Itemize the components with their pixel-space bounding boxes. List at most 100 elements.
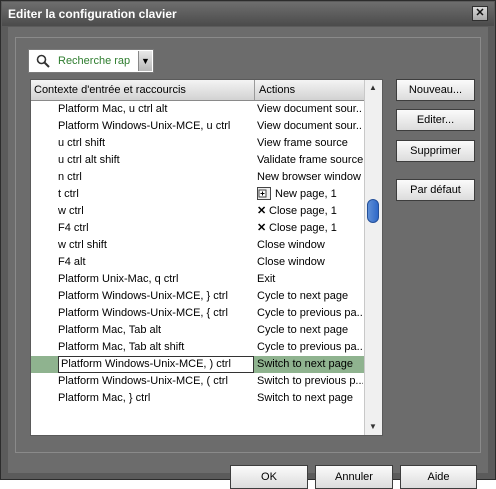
table-row[interactable]: F4 ctrl ✕ Close page, 1 (31, 220, 364, 237)
default-button[interactable]: Par défaut (396, 179, 475, 201)
shortcut-action: Switch to next page (257, 390, 363, 407)
shortcut-action: ✕ Close page, 1 (257, 203, 363, 220)
shortcut-action: Cycle to previous pa... (257, 305, 363, 322)
shortcut-action-label: Close page, 1 (269, 222, 337, 234)
shortcut-key: F4 ctrl (58, 222, 89, 234)
shortcut-action-label: Cycle to next page (257, 290, 349, 302)
help-button[interactable]: Aide (400, 465, 477, 489)
dialog-client-area: Recherche rap ▼ Contexte d'entrée et rac… (8, 27, 488, 489)
shortcut-edit-field[interactable]: Platform Windows-Unix-MCE, ) ctrl (58, 356, 254, 373)
shortcut-action-label: Close page, 1 (269, 205, 337, 217)
shortcut-key: u ctrl shift (58, 137, 106, 149)
shortcut-action: Close window (257, 237, 363, 254)
shortcut-action: Exit (257, 271, 363, 288)
shortcut-action-label: New browser window (257, 171, 361, 183)
shortcut-key: Platform Windows-Unix-MCE, { ctrl (58, 307, 228, 319)
shortcut-action: View frame source (257, 135, 363, 152)
shortcut-key: Platform Mac, } ctrl (58, 392, 151, 404)
shortcut-action-label: Cycle to previous pa... (257, 341, 363, 353)
table-row[interactable]: w ctrl ✕ Close page, 1 (31, 203, 364, 220)
search-input[interactable]: Recherche rap (58, 55, 130, 67)
close-icon: ✕ (475, 7, 485, 19)
table-row[interactable]: F4 alt Close window (31, 254, 364, 271)
search-dropdown-button[interactable]: ▼ (138, 51, 152, 71)
shortcut-key: Platform Mac, u ctrl alt (58, 103, 168, 115)
table-row[interactable]: Platform Windows-Unix-MCE, ) ctrl Switch … (31, 356, 364, 373)
shortcut-action: View document sour... (257, 101, 363, 118)
shortcut-action-label: Close window (257, 256, 325, 268)
shortcut-action: Validate frame source (257, 152, 363, 169)
list-header: Contexte d'entrée et raccourcis Actions (31, 80, 364, 101)
shortcut-action: New page, 1 (257, 186, 363, 203)
table-row[interactable]: Platform Mac, } ctrl Switch to next page (31, 390, 364, 407)
dialog-window: Editer la configuration clavier ✕ Recher… (0, 0, 496, 489)
table-row[interactable]: w ctrl shift Close window (31, 237, 364, 254)
new-button[interactable]: Nouveau... (396, 79, 475, 101)
cancel-button[interactable]: Annuler (315, 465, 393, 489)
shortcut-action-label: Cycle to next page (257, 324, 349, 336)
shortcut-action-label: Switch to next page (257, 392, 354, 404)
close-x-icon: ✕ (257, 205, 267, 217)
delete-button[interactable]: Supprimer (396, 140, 475, 162)
column-header-context[interactable]: Contexte d'entrée et raccourcis (31, 80, 255, 100)
shortcut-key: n ctrl (58, 171, 82, 183)
scroll-thumb[interactable] (367, 199, 379, 223)
edit-button[interactable]: Editer... (396, 109, 475, 131)
shortcut-key: w ctrl (58, 205, 84, 217)
shortcut-key: F4 alt (58, 256, 86, 268)
shortcut-action-label: View document sour... (257, 120, 363, 132)
shortcut-key: Platform Mac, Tab alt shift (58, 341, 185, 353)
shortcut-action: View document sour... (257, 118, 363, 135)
shortcut-action-label: View frame source (257, 137, 348, 149)
shortcut-action-label: Switch to previous p... (257, 375, 363, 387)
search-icon (36, 54, 50, 68)
list-rows: Platform Mac, u ctrl alt View document so… (31, 101, 364, 407)
title-bar[interactable]: Editer la configuration clavier ✕ (2, 2, 494, 26)
new-page-icon (257, 187, 271, 200)
ok-button[interactable]: OK (230, 465, 308, 489)
table-row[interactable]: Platform Windows-Unix-MCE, u ctrl View do… (31, 118, 364, 135)
shortcut-action-label: View document sour... (257, 103, 363, 115)
shortcut-action: Switch to previous p... (257, 373, 363, 390)
shortcut-key: w ctrl shift (58, 239, 107, 251)
shortcut-action: Cycle to previous pa... (257, 339, 363, 356)
scroll-up-arrow-icon[interactable]: ▲ (367, 82, 379, 94)
shortcut-action: Switch to next page (257, 356, 363, 373)
column-header-actions[interactable]: Actions (256, 80, 364, 100)
close-x-icon: ✕ (257, 222, 267, 234)
shortcut-action: Cycle to next page (257, 288, 363, 305)
table-row[interactable]: Platform Unix-Mac, q ctrl Exit (31, 271, 364, 288)
table-row[interactable]: u ctrl shift View frame source (31, 135, 364, 152)
shortcut-key: Platform Unix-Mac, q ctrl (58, 273, 179, 285)
table-row[interactable]: u ctrl alt shift Validate frame source (31, 152, 364, 169)
table-row[interactable]: t ctrl New page, 1 (31, 186, 364, 203)
close-button[interactable]: ✕ (472, 6, 488, 21)
shortcut-key: Platform Windows-Unix-MCE, } ctrl (58, 290, 228, 302)
table-row[interactable]: Platform Mac, u ctrl alt View document so… (31, 101, 364, 118)
vertical-scrollbar[interactable]: ▲ ▼ (364, 80, 382, 435)
scroll-down-arrow-icon[interactable]: ▼ (367, 421, 379, 433)
table-row[interactable]: Platform Mac, Tab alt Cycle to next page (31, 322, 364, 339)
table-row[interactable]: Platform Mac, Tab alt shift Cycle to prev… (31, 339, 364, 356)
shortcut-action: Close window (257, 254, 363, 271)
shortcut-action-label: New page, 1 (275, 188, 337, 200)
shortcut-key: Platform Windows-Unix-MCE, ( ctrl (58, 375, 228, 387)
shortcut-key: t ctrl (58, 188, 79, 200)
shortcut-action-label: Exit (257, 273, 276, 285)
table-row[interactable]: n ctrl New browser window (31, 169, 364, 186)
shortcut-action-label: Switch to next page (257, 358, 354, 370)
shortcut-action-label: Cycle to previous pa... (257, 307, 363, 319)
window-title: Editer la configuration clavier (8, 7, 177, 21)
shortcut-action: ✕ Close page, 1 (257, 220, 363, 237)
shortcut-key: u ctrl alt shift (58, 154, 120, 166)
shortcut-action: Cycle to next page (257, 322, 363, 339)
search-box[interactable]: Recherche rap ▼ (28, 49, 154, 73)
shortcut-action-label: Close window (257, 239, 325, 251)
shortcut-key: Platform Windows-Unix-MCE, u ctrl (58, 120, 231, 132)
chevron-down-icon: ▼ (141, 56, 150, 66)
shortcut-action: New browser window (257, 169, 363, 186)
table-row[interactable]: Platform Windows-Unix-MCE, { ctrl Cycle t… (31, 305, 364, 322)
shortcut-list[interactable]: Contexte d'entrée et raccourcis Actions … (30, 79, 383, 436)
table-row[interactable]: Platform Windows-Unix-MCE, ( ctrl Switch … (31, 373, 364, 390)
table-row[interactable]: Platform Windows-Unix-MCE, } ctrl Cycle t… (31, 288, 364, 305)
